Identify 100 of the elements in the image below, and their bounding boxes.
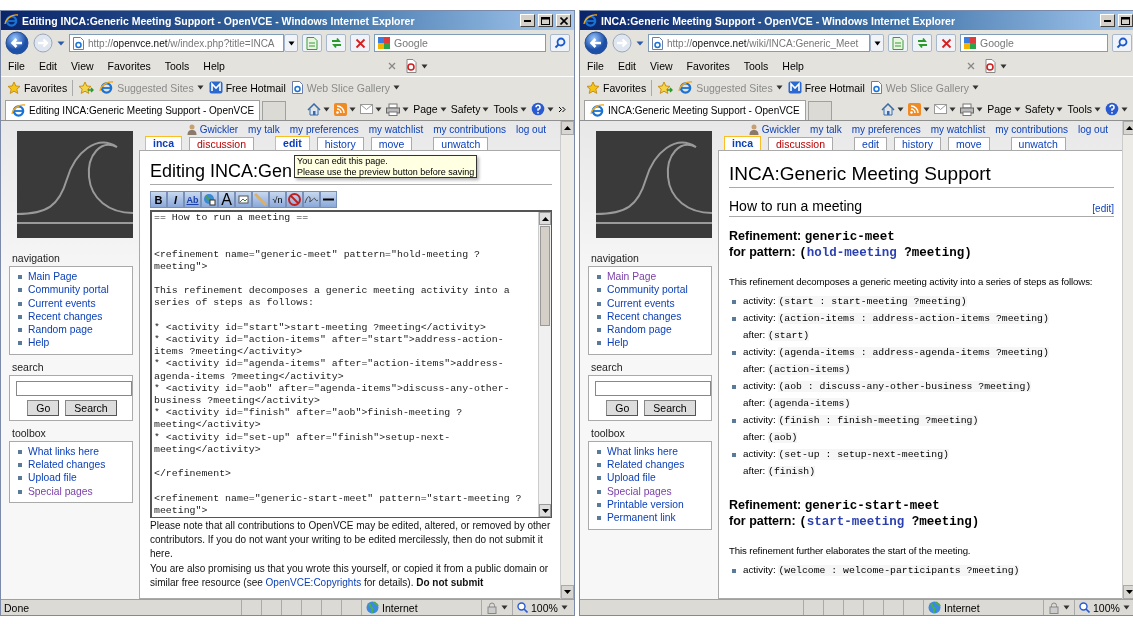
sidebar-link[interactable]: Community portal	[595, 283, 688, 297]
sidebar-link[interactable]: Main Page	[595, 270, 657, 284]
menu-item[interactable]: View	[649, 60, 674, 72]
menu-item[interactable]: Favorites	[106, 60, 152, 72]
copyrights-link[interactable]: OpenVCE:Copyrights	[265, 577, 362, 588]
user-link[interactable]: my watchlist	[930, 124, 986, 135]
favorite-link[interactable]: Free Hotmail	[787, 81, 865, 94]
help-icon[interactable]	[531, 102, 545, 116]
search-field[interactable]: Google	[374, 34, 546, 52]
home-icon[interactable]	[307, 102, 322, 116]
sidebar-link[interactable]: Main Page	[16, 270, 78, 284]
menu-item[interactable]: File	[586, 60, 605, 72]
link-button[interactable]: Ab	[184, 191, 201, 208]
user-link[interactable]: my preferences	[289, 124, 359, 135]
command-menu[interactable]: Safety	[1024, 103, 1064, 115]
page-tab[interactable]: history	[316, 137, 364, 151]
caret-icon[interactable]	[923, 106, 931, 112]
rule-button[interactable]	[320, 191, 337, 208]
bold-button[interactable]: B	[150, 191, 167, 208]
caret-icon[interactable]	[349, 106, 357, 112]
maximize-button[interactable]	[538, 14, 553, 27]
add-favorite-icon[interactable]	[657, 80, 674, 95]
help-icon[interactable]	[1105, 102, 1119, 116]
signature-button[interactable]	[303, 191, 320, 208]
address-field[interactable]: http://openvce.net/w/index.php?title=INCA	[69, 34, 284, 52]
document-icon[interactable]	[404, 59, 418, 73]
user-link[interactable]: my contributions	[995, 124, 1068, 135]
image-button[interactable]	[235, 191, 252, 208]
page-tab[interactable]: edit	[854, 137, 887, 151]
printer-icon[interactable]	[960, 102, 975, 116]
command-menu[interactable]: Tools	[493, 103, 527, 115]
user-link[interactable]: my contributions	[433, 124, 506, 135]
user-link[interactable]: my talk	[248, 124, 280, 135]
search-field[interactable]: Google	[960, 34, 1108, 52]
address-field[interactable]: http://openvce.net/wiki/INCA:Generic_Meet	[648, 34, 870, 52]
menu-item[interactable]: Favorites	[685, 60, 731, 72]
pattern-link[interactable]: hold-meeting	[806, 246, 897, 260]
zoom-button[interactable]: 100%	[1074, 600, 1133, 615]
dropdown-button[interactable]	[284, 34, 298, 52]
command-menu[interactable]: Page	[413, 103, 447, 115]
sidebar-link[interactable]: Community portal	[16, 283, 109, 297]
maximize-button[interactable]	[1118, 14, 1133, 27]
document-icon[interactable]	[983, 59, 997, 73]
caret-icon[interactable]	[323, 106, 331, 112]
caret-icon[interactable]	[1063, 605, 1070, 610]
menu-item[interactable]: Help	[781, 60, 805, 72]
sidebar-link[interactable]: Help	[16, 336, 50, 350]
browser-tab[interactable]: Editing INCA:Generic Meeting Support - OpenVCE	[5, 100, 261, 120]
italic-button[interactable]: I	[167, 191, 184, 208]
user-link[interactable]: my watchlist	[368, 124, 424, 135]
command-menu[interactable]: Tools	[1067, 103, 1101, 115]
nowiki-button[interactable]	[286, 191, 303, 208]
favorites-button[interactable]: Favorites	[7, 80, 68, 95]
go-button[interactable]: Go	[606, 399, 639, 416]
home-icon[interactable]	[881, 102, 896, 116]
search-button[interactable]: Search	[65, 399, 117, 416]
vertical-scrollbar[interactable]	[560, 121, 574, 599]
menu-item[interactable]: Edit	[616, 60, 637, 72]
dropdown-button[interactable]	[870, 34, 884, 52]
caret-icon[interactable]	[402, 106, 410, 112]
search-input[interactable]	[16, 380, 132, 396]
page-tab[interactable]: discussion	[768, 137, 834, 151]
command-menu[interactable]: Safety	[450, 103, 490, 115]
search-button[interactable]	[1112, 34, 1132, 52]
section-edit-link[interactable]: [edit]	[1092, 203, 1114, 214]
menu-item[interactable]: View	[70, 60, 95, 72]
command-menu[interactable]: Page	[987, 103, 1021, 115]
menu-item[interactable]: Edit	[37, 60, 58, 72]
sidebar-link[interactable]: Upload file	[595, 471, 656, 485]
page-tab[interactable]: move	[370, 137, 413, 151]
menu-item[interactable]: Tools	[742, 60, 770, 72]
editor-scrollbar[interactable]	[538, 212, 551, 517]
user-link[interactable]: log out	[515, 124, 546, 135]
sidebar-link[interactable]: Random page	[16, 323, 93, 337]
search-button[interactable]: Search	[644, 399, 696, 416]
favorite-link[interactable]: Free Hotmail	[208, 81, 286, 94]
page-tab[interactable]: discussion	[189, 137, 255, 151]
search-input[interactable]	[595, 380, 711, 396]
wikitext-editor[interactable]: == How to run a meeting == <refinement name="generic-meet" pattern="hold-meeting ? meeting"> This refinement decomposes a generic meeting activity into a series of steps as follows: * <activity id="start">start-meeting ?meeting</activity> * <activity id="action-items" after="start">address-action- items ?meeting</activity> * <activity id="agenda-items" after="action-items">address- agenda-items ?meeting</activity> * <activity id="aob" after="agenda-items">discuss-any-other- business ?meeting</activity> * <activity id="finish" after="aob">finish-meeting ? meeting</activity> * <activity id="set-up" after="finish">setup-next- meeting</activity> </refinement> <refinement name="generic-start-meet" pattern="start-meeting ? meeting">	[150, 210, 552, 518]
caret-icon[interactable]	[375, 106, 383, 112]
back-button[interactable]	[584, 31, 608, 55]
caret-icon[interactable]	[976, 106, 984, 112]
chevron-icon[interactable]	[558, 105, 566, 113]
caret-icon[interactable]	[501, 605, 508, 610]
sidebar-link[interactable]: Random page	[595, 323, 672, 337]
user-link[interactable]: Gwickler	[748, 124, 801, 135]
stop-button[interactable]	[936, 34, 956, 52]
sidebar-link[interactable]: Upload file	[16, 471, 77, 485]
user-link[interactable]: log out	[1077, 124, 1108, 135]
close-icon[interactable]	[966, 62, 975, 70]
minimize-button[interactable]	[520, 14, 535, 27]
go-button[interactable]: Go	[27, 399, 60, 416]
extlink-button[interactable]	[201, 191, 218, 208]
search-button[interactable]	[550, 34, 570, 52]
add-favorite-icon[interactable]	[78, 80, 95, 95]
page-tab[interactable]: unwatch	[1010, 137, 1066, 151]
user-link[interactable]: my talk	[810, 124, 842, 135]
caret-icon[interactable]	[999, 63, 1007, 69]
user-link[interactable]: Gwickler	[186, 124, 239, 135]
back-button[interactable]	[5, 31, 29, 55]
